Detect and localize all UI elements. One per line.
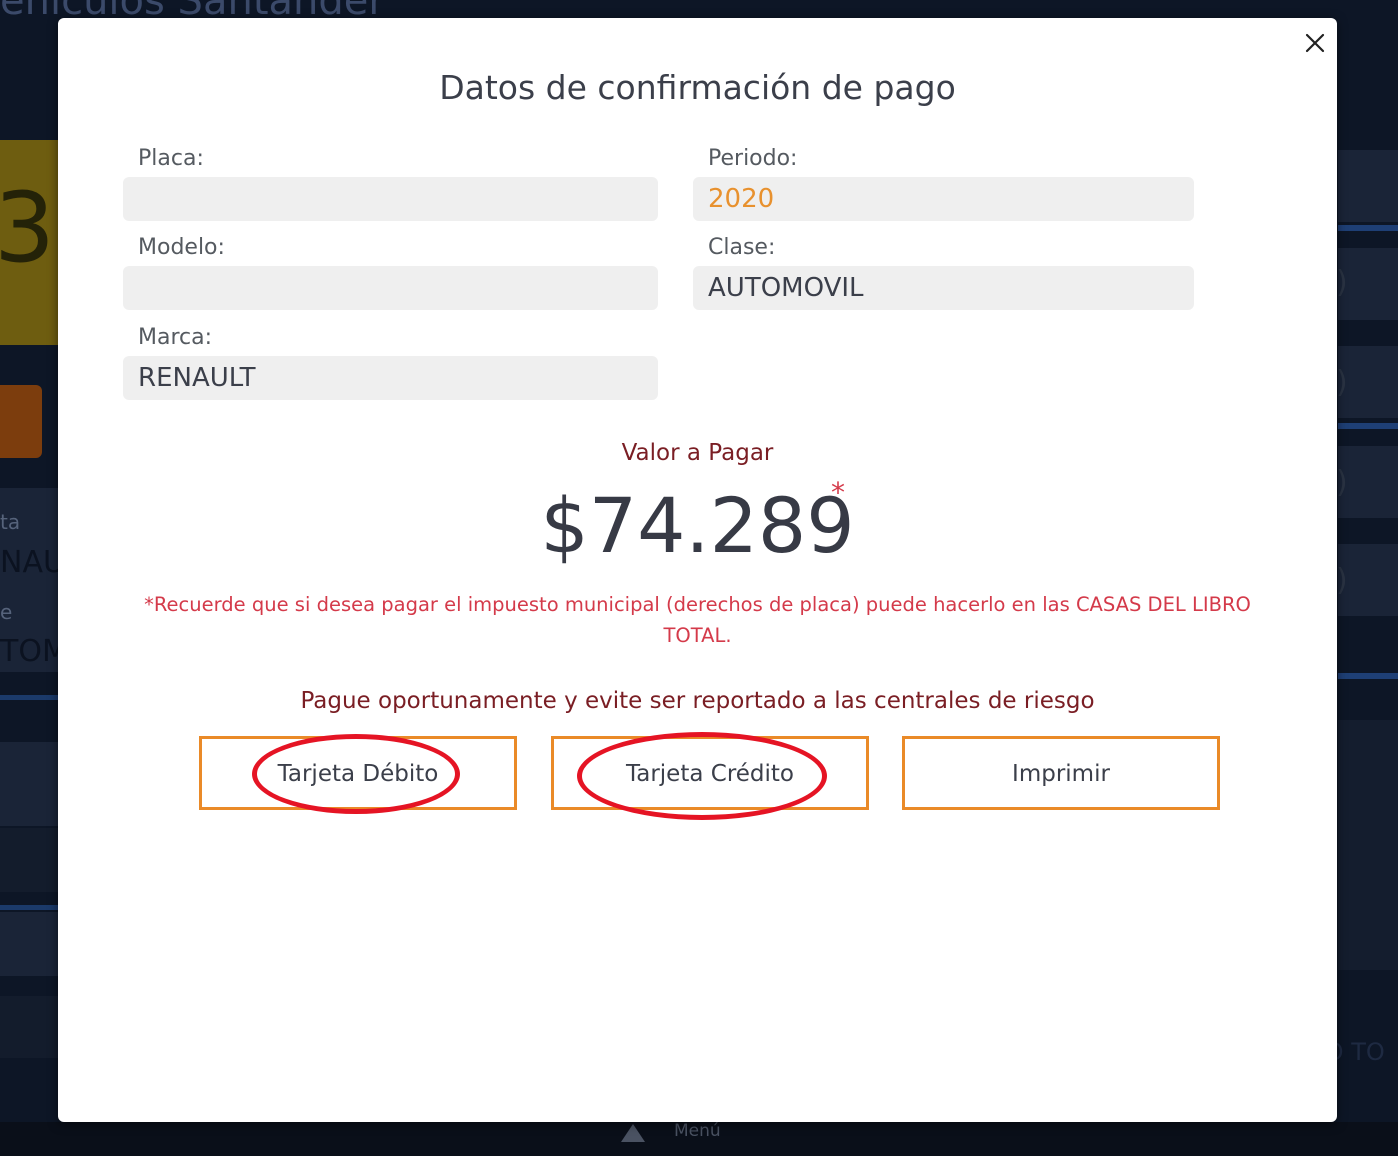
amount-asterisk: * bbox=[831, 476, 845, 509]
close-icon bbox=[1305, 33, 1325, 53]
amount-value: $74.289 bbox=[540, 481, 855, 570]
debit-card-button[interactable]: Tarjeta Débito bbox=[199, 736, 517, 810]
menu-arrow-icon bbox=[621, 1124, 645, 1142]
municipal-tax-note: *Recuerde que si desea pagar el impuesto… bbox=[144, 593, 1251, 647]
marca-label: Marca: bbox=[138, 325, 213, 350]
background-marca-label: ta bbox=[0, 510, 21, 534]
risk-warning: Pague oportunamente y evite ser reportad… bbox=[300, 688, 1095, 714]
credit-card-button[interactable]: Tarjeta Crédito bbox=[551, 736, 869, 810]
amount-label: Valor a Pagar bbox=[621, 440, 774, 466]
clase-field: AUTOMOVIL bbox=[693, 266, 1194, 310]
periodo-label: Periodo: bbox=[708, 146, 798, 171]
marca-field: RENAULT bbox=[123, 356, 658, 400]
payment-confirmation-modal: Datos de confirmación de pago Placa: Per… bbox=[58, 18, 1337, 1122]
print-button[interactable]: Imprimir bbox=[902, 736, 1220, 810]
modal-title: Datos de confirmación de pago bbox=[439, 68, 956, 107]
clase-label: Clase: bbox=[708, 235, 776, 260]
footer-menu-label: Menú bbox=[674, 1121, 721, 1141]
placa-field bbox=[123, 177, 658, 221]
modelo-field bbox=[123, 266, 658, 310]
close-button[interactable] bbox=[1302, 30, 1328, 56]
background-clase-label: e bbox=[0, 600, 13, 624]
periodo-field: 2020 bbox=[693, 177, 1194, 221]
modelo-label: Modelo: bbox=[138, 235, 225, 260]
placa-label: Placa: bbox=[138, 146, 204, 171]
background-orange-button bbox=[0, 385, 42, 458]
